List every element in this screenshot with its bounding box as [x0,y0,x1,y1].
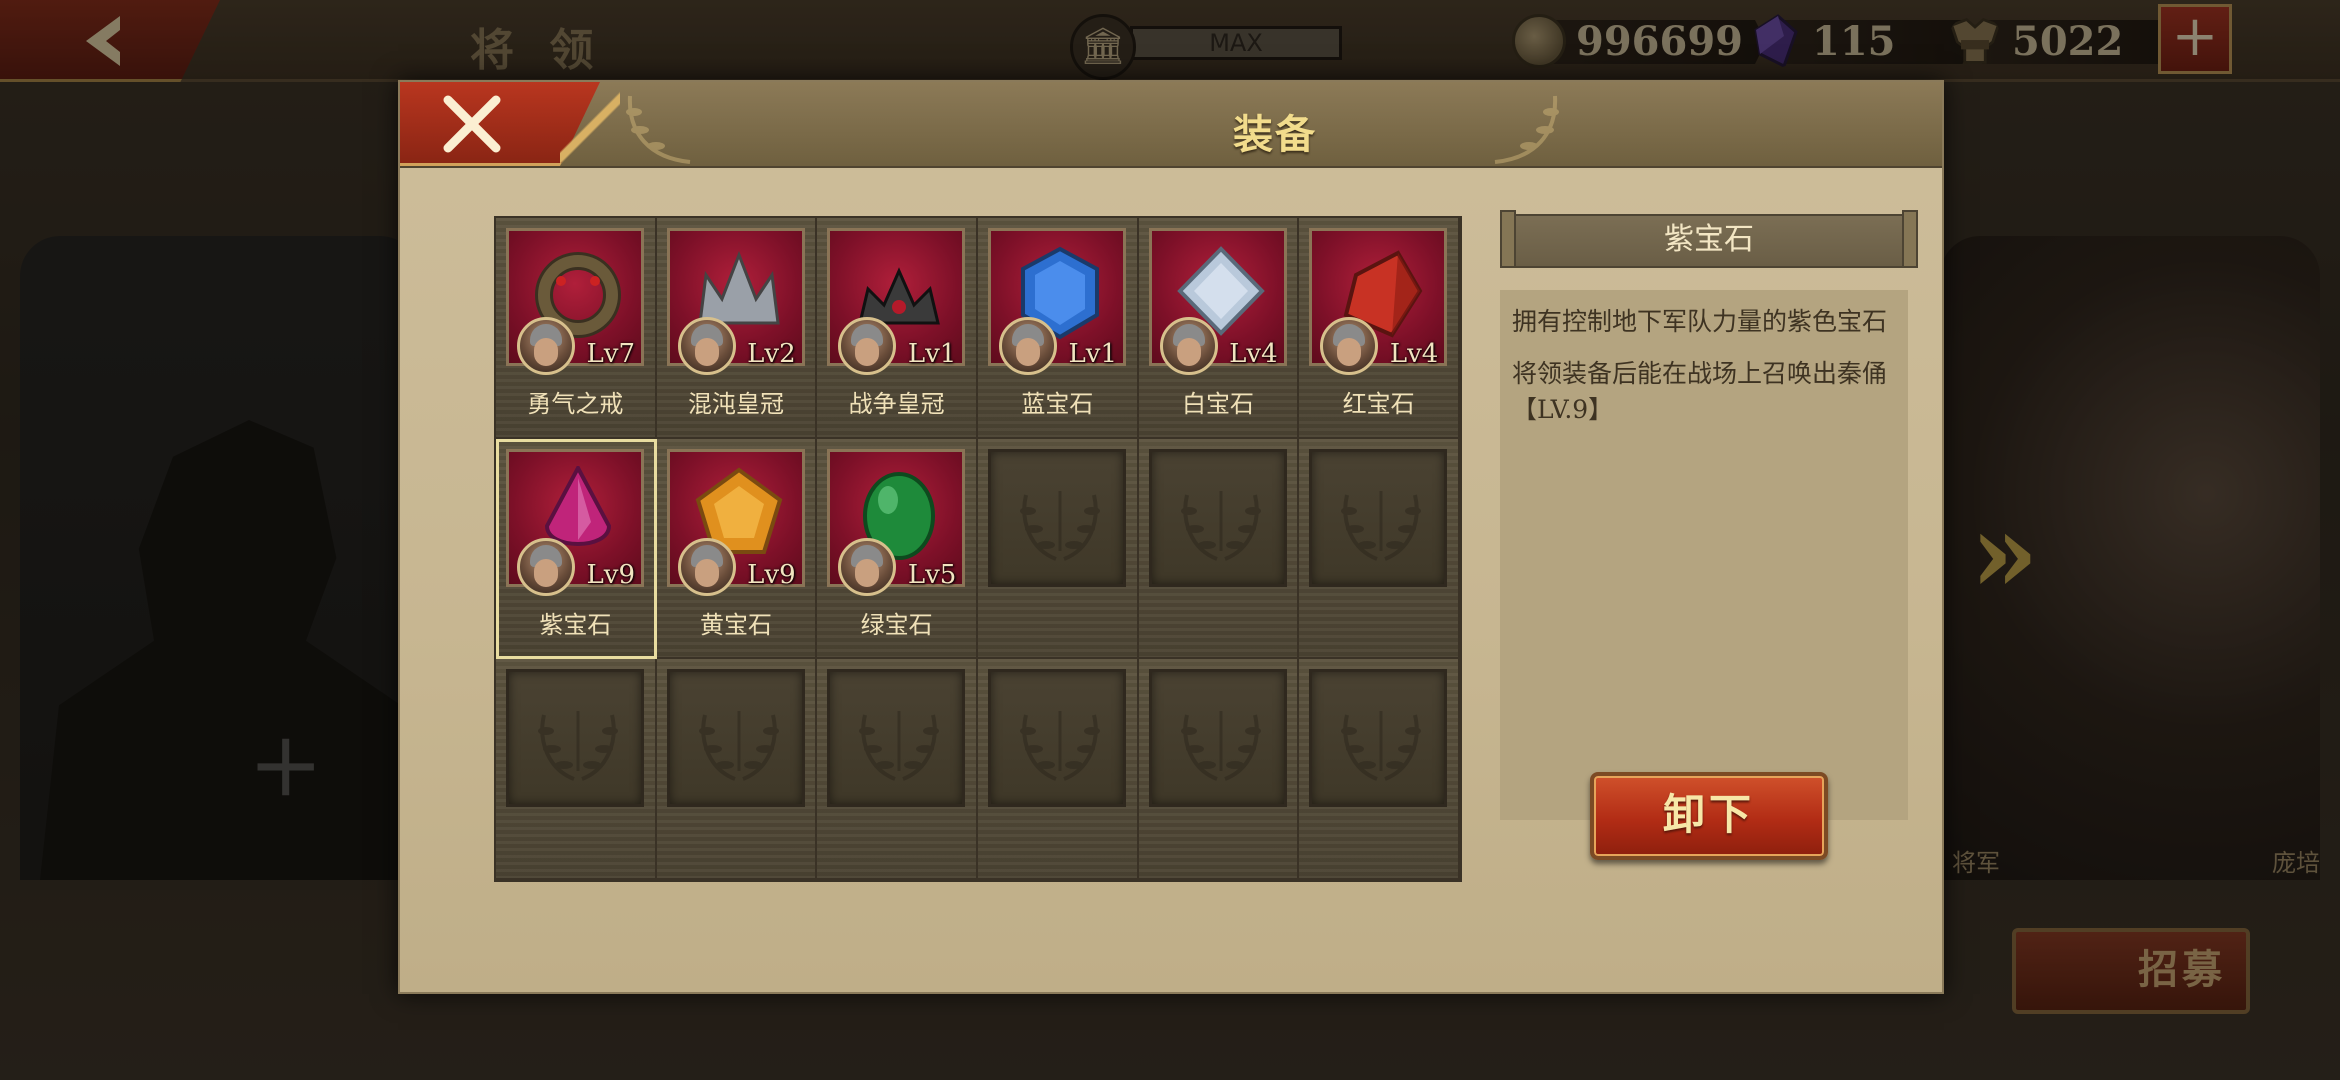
general-portrait-icon [517,537,575,596]
empty-slot-frame [506,669,644,808]
empty-slot-frame [1148,448,1287,587]
empty-equipment-slot[interactable] [1299,438,1460,660]
laurel-placeholder-icon [1180,711,1261,782]
empty-slot-frame [1309,448,1448,587]
item-level: Lv4 [1229,339,1278,369]
equipment-grid: Lv7 勇气之戒 Lv2 混沌皇冠 Lv1 战争皇冠 Lv1 蓝宝石 Lv4 白… [494,216,1462,882]
equipment-slot[interactable]: Lv4 红宝石 [1299,218,1460,439]
general-portrait-icon [999,317,1057,375]
empty-equipment-slot[interactable] [496,659,657,880]
modal-header: 装备 [400,82,1942,168]
empty-slot-frame [666,669,805,808]
general-portrait-icon [1320,317,1379,375]
item-level: Lv9 [747,559,796,590]
general-portrait-icon [1159,317,1218,375]
item-name: 混沌皇冠 [687,390,784,418]
equipment-slot[interactable]: Lv9 黄宝石 [656,438,818,660]
item-description-line-2: 将领装备后能在战场上召唤出秦俑【LV.9】 [1512,359,1888,424]
item-name: 白宝石 [1181,390,1254,418]
item-name: 黄宝石 [699,610,772,639]
item-name: 紫宝石 [539,610,612,639]
item-name: 勇气之戒 [527,390,624,418]
item-icon-frame: Lv1 [988,228,1126,375]
item-level: Lv1 [1068,339,1118,369]
item-level: Lv2 [747,339,796,369]
item-icon-frame: Lv4 [1309,228,1448,375]
general-portrait-icon [517,317,575,375]
equipment-modal: 装备 Lv7 勇气之戒 Lv2 混沌皇冠 Lv1 战争皇冠 Lv1 蓝宝石 Lv… [398,80,1944,994]
item-level: Lv4 [1389,339,1439,369]
laurel-placeholder-icon [1020,711,1100,782]
empty-equipment-slot[interactable] [1138,659,1300,880]
item-icon-frame: Lv4 [1148,228,1287,375]
empty-slot-frame [988,448,1126,587]
empty-slot-frame [1148,669,1287,808]
empty-equipment-slot[interactable] [978,438,1139,660]
item-icon-frame: Lv1 [827,228,966,375]
item-description-panel: 拥有控制地下军队力量的紫色宝石 将领装备后能在战场上召唤出秦俑【LV.9】 [1500,290,1908,820]
item-icon-frame: Lv2 [666,228,805,375]
item-icon-frame: Lv5 [827,448,966,596]
laurel-placeholder-icon [859,711,940,782]
equipment-slot[interactable]: Lv7 勇气之戒 [496,218,657,439]
empty-equipment-slot[interactable] [656,659,818,880]
equipment-slot[interactable]: Lv2 混沌皇冠 [656,218,818,439]
general-portrait-icon [838,317,897,375]
empty-equipment-slot[interactable] [978,659,1139,880]
empty-slot-frame [1309,669,1448,808]
item-level: Lv1 [907,339,957,369]
item-description-line-1: 拥有控制地下军队力量的紫色宝石 [1512,307,1888,336]
item-icon-frame: Lv9 [666,448,805,596]
unequip-button[interactable]: 卸下 [1590,772,1828,860]
empty-equipment-slot[interactable] [817,659,978,880]
laurel-placeholder-icon [538,711,618,782]
laurel-placeholder-icon [1341,490,1422,561]
item-level: Lv7 [586,339,636,369]
item-name: 绿宝石 [860,610,933,639]
item-name: 红宝石 [1342,390,1415,418]
empty-equipment-slot[interactable] [1299,659,1460,880]
item-level: Lv9 [586,559,636,590]
general-portrait-icon [677,317,736,375]
selected-item-title: 紫宝石 [1500,210,1918,268]
item-name: 战争皇冠 [848,390,945,418]
general-portrait-icon [677,537,736,596]
empty-slot-frame [988,669,1126,808]
close-button-trim [560,82,620,166]
laurel-placeholder-icon [698,711,779,782]
empty-equipment-slot[interactable] [1138,438,1300,660]
laurel-placeholder-icon [1180,490,1261,561]
equipment-slot[interactable]: Lv4 白宝石 [1138,218,1300,439]
laurel-placeholder-icon [1341,711,1422,782]
modal-title: 装备 [1233,111,1317,158]
item-icon-frame: Lv9 [506,448,644,596]
item-icon-frame: Lv7 [506,228,644,375]
general-portrait-icon [838,537,897,596]
laurel-placeholder-icon [1020,490,1100,561]
empty-slot-frame [827,669,966,808]
item-name: 蓝宝石 [1021,390,1094,418]
equipment-slot[interactable]: Lv1 蓝宝石 [978,218,1139,439]
close-icon [443,95,501,153]
equipment-slot[interactable]: Lv5 绿宝石 [817,438,978,660]
item-level: Lv5 [907,559,957,590]
equipment-slot[interactable]: Lv1 战争皇冠 [817,218,978,439]
equipment-slot[interactable]: Lv9 紫宝石 [496,438,657,660]
